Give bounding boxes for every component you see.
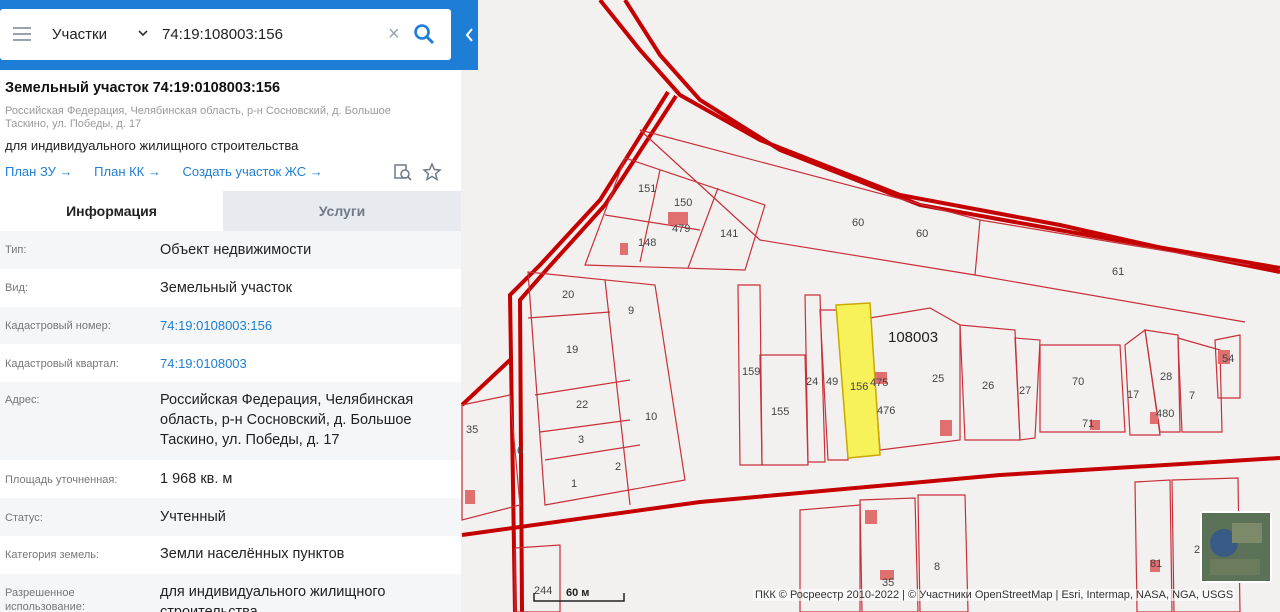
parcel-label: 35: [466, 424, 478, 436]
close-icon[interactable]: ×: [388, 24, 406, 44]
info-key: Статус:: [5, 512, 43, 524]
info-key: Кадастровый номер:: [5, 320, 111, 332]
parcel-label: 475: [870, 377, 888, 389]
parcel-label: 10: [645, 411, 657, 423]
object-address: Российская Федерация, Челябинская област…: [5, 105, 391, 130]
parcel-label: 8: [934, 561, 940, 573]
parcel-label: 148: [638, 237, 656, 249]
search-type-select[interactable]: Участки: [52, 26, 107, 43]
parcel-label: 141: [720, 228, 738, 240]
parcel-label: 150: [674, 197, 692, 209]
parcel-label: 151: [638, 183, 656, 195]
parcel-label: 156: [850, 381, 868, 393]
cadastral-number-link[interactable]: 74:19:0108003:156: [160, 316, 450, 336]
zoom-to-object-icon[interactable]: [393, 162, 413, 182]
parcel-label: 479: [672, 223, 690, 235]
create-parcel-link[interactable]: Создать участок ЖС →: [183, 164, 323, 179]
parcel-label: 17: [1127, 389, 1139, 401]
parcel-label: 70: [1072, 376, 1084, 388]
info-row-cadastral-quarter: Кадастровый квартал: 74:19:0108003: [0, 344, 461, 382]
parcel-label: 476: [877, 405, 895, 417]
object-purpose: для индивидуального жилищного строительс…: [5, 138, 299, 153]
info-value: Земли населённых пунктов: [160, 546, 345, 562]
parcel-label: 26: [982, 380, 994, 392]
scale-ruler-icon: 60 м: [533, 587, 625, 602]
quarter-label: 108003: [888, 329, 938, 346]
map-scale: 60 м: [530, 587, 630, 610]
parcel-label: 61: [1112, 266, 1124, 278]
info-key: Адрес:: [5, 394, 40, 406]
info-value: 1 968 кв. м: [160, 471, 233, 487]
parcel-label: 22: [576, 399, 588, 411]
parcel-label: 3: [578, 434, 584, 446]
object-title: Земельный участок 74:19:0108003:156: [5, 80, 281, 96]
info-row-status: Статус: Учтенный: [0, 498, 461, 536]
parcel-label: 1: [571, 478, 577, 490]
parcel-label: 81: [1150, 558, 1162, 570]
info-row-kind: Вид: Земельный участок: [0, 269, 461, 307]
parcel-label: 49: [826, 376, 838, 388]
info-value: Земельный участок: [160, 280, 292, 296]
object-links: План ЗУ → План КК → Создать участок ЖС →: [5, 164, 341, 179]
satellite-thumbnail-icon: [1202, 513, 1270, 581]
parcel-label: 2: [615, 461, 621, 473]
tab-services[interactable]: Услуги: [223, 191, 461, 231]
scale-label: 60 м: [566, 587, 589, 599]
parcel-label: 24: [806, 376, 818, 388]
parcel-label: 480: [1156, 408, 1174, 420]
info-key: Площадь уточненная:: [5, 474, 118, 486]
search-bar: Участки ×: [0, 0, 478, 70]
parcel-label: 54: [1222, 353, 1234, 365]
info-row-address: Адрес: Российская Федерация, Челябинская…: [0, 382, 461, 460]
parcel-label: 20: [562, 289, 574, 301]
plan-kk-link[interactable]: План КК →: [94, 164, 161, 179]
info-value: для индивидуального жилищного строительс…: [160, 584, 386, 612]
object-info-panel: Земельный участок 74:19:0108003:156 Росс…: [0, 70, 461, 612]
info-value: Учтенный: [160, 509, 226, 525]
parcel-label: 28: [1160, 371, 1172, 383]
parcel-label: 60: [916, 228, 928, 240]
info-row-type: Тип: Объект недвижимости: [0, 231, 461, 269]
parcel-label: 25: [932, 373, 944, 385]
search-icon[interactable]: [413, 23, 435, 45]
info-key: Разрешенное использование:: [5, 587, 85, 612]
info-row-permitted-use: Разрешенное использование: для индивидуа…: [0, 574, 461, 612]
parcel-label: 60: [852, 217, 864, 229]
parcel-label: 27: [1019, 385, 1031, 397]
basemap-switcher[interactable]: [1200, 511, 1272, 583]
collapse-panel-button[interactable]: [462, 0, 478, 70]
parcel-label: 35: [882, 577, 894, 589]
panel-tabs: Информация Услуги: [0, 191, 461, 231]
search-input[interactable]: [162, 22, 382, 46]
map-attribution: ПКК © Росреестр 2010-2022 | © Участники …: [753, 589, 1236, 601]
star-icon[interactable]: [422, 162, 442, 182]
search-box: Участки ×: [0, 9, 451, 60]
parcel-label: 6: [517, 445, 523, 457]
cadastral-quarter-link[interactable]: 74:19:0108003: [160, 354, 450, 374]
info-row-cadastral-number: Кадастровый номер: 74:19:0108003:156: [0, 307, 461, 344]
info-row-land-category: Категория земель: Земли населённых пункт…: [0, 536, 461, 574]
info-key: Кадастровый квартал:: [5, 358, 119, 370]
info-key: Вид:: [5, 282, 28, 294]
parcel-label: 9: [628, 305, 634, 317]
parcel-label: 159: [742, 366, 760, 378]
tab-information[interactable]: Информация: [0, 191, 223, 231]
info-row-area: Площадь уточненная: 1 968 кв. м: [0, 460, 461, 498]
chevron-down-icon[interactable]: [138, 28, 148, 38]
parcel-label: 19: [566, 344, 578, 356]
plan-zu-link[interactable]: План ЗУ →: [5, 164, 73, 179]
info-key: Тип:: [5, 244, 27, 256]
chevron-left-icon: [465, 28, 473, 42]
info-value: Российская Федерация, Челябинская област…: [160, 392, 414, 448]
info-value: Объект недвижимости: [160, 242, 312, 258]
parcel-label: 155: [771, 406, 789, 418]
parcel-label: 7: [1189, 390, 1195, 402]
menu-icon[interactable]: [13, 27, 31, 41]
info-key: Категория земель:: [5, 549, 100, 561]
parcel-label: 71: [1082, 418, 1094, 430]
